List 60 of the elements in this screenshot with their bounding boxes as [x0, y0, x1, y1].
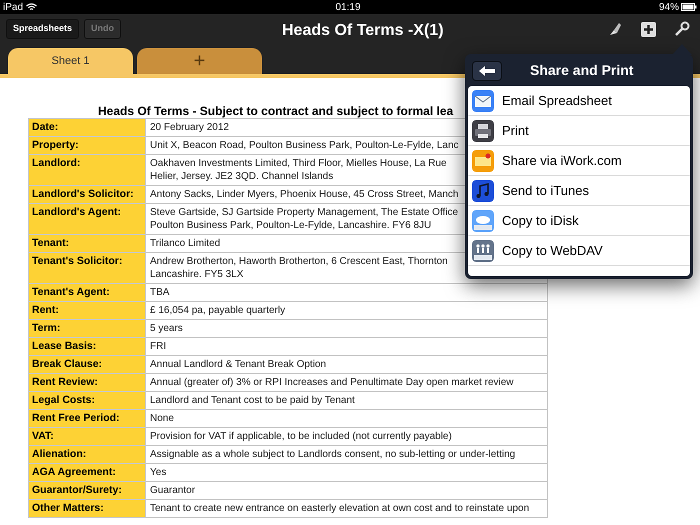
value-cell: Guarantor — [146, 482, 548, 499]
value-cell: None — [146, 410, 548, 427]
label-cell: Tenant's Solicitor: — [29, 253, 146, 283]
label-cell: Guarantor/Surety: — [29, 482, 146, 499]
share-option[interactable]: Copy to iDisk — [468, 206, 690, 236]
battery-percent: 94% — [658, 0, 679, 14]
printer-icon — [472, 120, 494, 142]
value-cell: Tenant to create new entrance on easterly elevation at own cost and to reinstate upon — [146, 500, 548, 517]
value-cell: 5 years — [146, 320, 548, 337]
share-option[interactable]: Copy to WebDAV — [468, 236, 690, 266]
label-cell: Tenant's Agent: — [29, 284, 146, 301]
value-cell: Yes — [146, 464, 548, 481]
value-cell: Annual (greater of) 3% or RPI Increases and Penultimate Day open market review — [146, 374, 548, 391]
popover-title: Share and Print — [530, 61, 634, 80]
back-arrow-icon — [479, 66, 495, 76]
value-cell: Provision for VAT if applicable, to be included (not currently payable) — [146, 428, 548, 445]
label-cell: Break Clause: — [29, 356, 146, 373]
label-cell: Alienation: — [29, 446, 146, 463]
envelope-icon — [472, 90, 494, 112]
value-cell: Landlord and Tenant cost to be paid by Tenant — [146, 392, 548, 409]
label-cell: VAT: — [29, 428, 146, 445]
share-option[interactable]: Email Spreadsheet — [468, 86, 690, 116]
paintbrush-icon[interactable] — [607, 21, 623, 37]
label-cell: Lease Basis: — [29, 338, 146, 355]
back-button[interactable] — [472, 60, 502, 80]
cloud-icon — [472, 210, 494, 232]
label-cell: Rent Free Period: — [29, 410, 146, 427]
share-option[interactable]: Send to iTunes — [468, 176, 690, 206]
label-cell: Tenant: — [29, 235, 146, 252]
wifi-icon — [26, 3, 38, 11]
add-sheet-tab[interactable]: + — [137, 48, 262, 74]
plus-icon[interactable] — [641, 22, 656, 36]
label-cell: Term: — [29, 320, 146, 337]
people-icon — [472, 240, 494, 262]
sheet-tab[interactable]: Sheet 1 — [8, 48, 133, 74]
label-cell: Date: — [29, 119, 146, 136]
label-cell: Rent: — [29, 302, 146, 319]
label-cell: Rent Review: — [29, 374, 146, 391]
label-cell: Property: — [29, 137, 146, 154]
label-cell: Landlord's Solicitor: — [29, 186, 146, 203]
share-option[interactable]: Share via iWork.com — [468, 146, 690, 176]
label-cell: Legal Costs: — [29, 392, 146, 409]
share-option[interactable]: Print — [468, 116, 690, 146]
music-note-icon — [472, 180, 494, 202]
battery-icon — [681, 3, 697, 11]
clock: 01:19 — [335, 0, 361, 14]
device-name: iPad — [3, 0, 24, 14]
value-cell: FRI — [146, 338, 548, 355]
label-cell: Other Matters: — [29, 500, 146, 517]
spreadsheets-button[interactable]: Spreadsheets — [6, 19, 80, 39]
label-cell: Landlord: — [29, 155, 146, 185]
value-cell: Annual Landlord & Tenant Break Option — [146, 356, 548, 373]
value-cell: TBA — [146, 284, 548, 301]
value-cell: £ 16,054 pa, payable quarterly — [146, 302, 548, 319]
label-cell: AGA Agreement: — [29, 464, 146, 481]
document-title: Heads Of Terms -X(1) — [282, 21, 444, 41]
card-icon — [472, 150, 494, 172]
value-cell: Assignable as a whole subject to Landlords consent, no sub-letting or under-letting — [146, 446, 548, 463]
label-cell: Landlord's Agent: — [29, 204, 146, 234]
sheet-title: Heads Of Terms - Subject to contract and subject to formal lea — [97, 104, 454, 118]
